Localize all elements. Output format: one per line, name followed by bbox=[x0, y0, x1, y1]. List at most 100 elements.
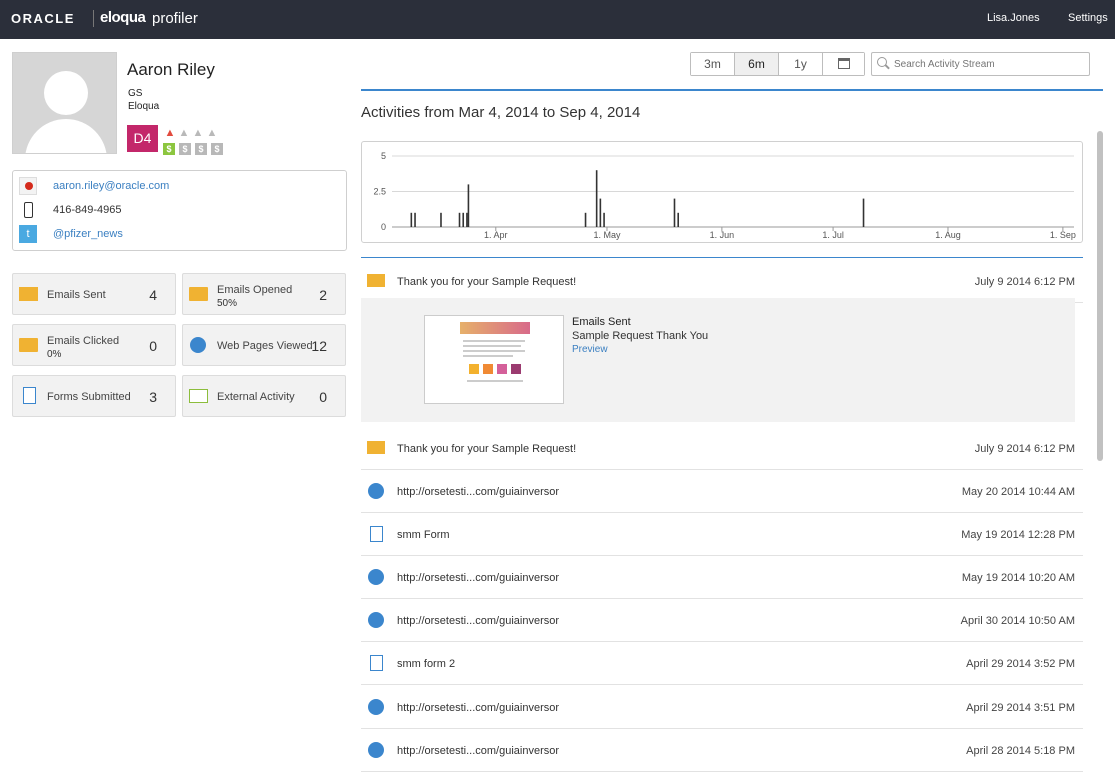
activity-row[interactable]: http://orsetesti...com/guiainversor Apri… bbox=[361, 599, 1083, 642]
email-thumbnail[interactable] bbox=[424, 315, 564, 404]
dollar-icon: $ bbox=[195, 143, 207, 155]
phone-number: 416-849-4965 bbox=[53, 204, 122, 216]
chart-y-tick-label: 2.5 bbox=[373, 187, 386, 197]
calendar-button[interactable] bbox=[823, 53, 864, 75]
phone-icon bbox=[19, 201, 37, 219]
eloqua-logo: eloqua bbox=[100, 9, 146, 26]
contact-title: GS bbox=[128, 88, 143, 99]
stat-label: Forms Submitted bbox=[47, 391, 131, 403]
chart-y-tick-label: 0 bbox=[381, 222, 386, 232]
activity-date: May 20 2014 10:44 AM bbox=[961, 486, 1075, 498]
activity-chart-svg: 5 2.5 0 1. Apr 1. May 1. Jun 1. Jul 1. Aug 1. Se… bbox=[373, 151, 1076, 240]
chart-bar bbox=[467, 184, 470, 227]
stat-value: 2 bbox=[319, 287, 327, 303]
activity-date: April 29 2014 3:51 PM bbox=[966, 702, 1075, 714]
form-icon bbox=[23, 387, 36, 404]
activity-row[interactable]: smm form 2 April 29 2014 3:52 PM bbox=[361, 642, 1083, 685]
preview-link[interactable]: Preview bbox=[572, 344, 608, 355]
thumb-line bbox=[463, 340, 525, 342]
twitter-icon: t bbox=[19, 225, 37, 243]
thumb-line bbox=[463, 350, 525, 352]
globe-icon bbox=[368, 483, 384, 499]
detail-title: Emails Sent bbox=[572, 316, 631, 328]
activity-row[interactable]: smm Form May 19 2014 12:28 PM bbox=[361, 513, 1083, 556]
activity-date: July 9 2014 6:12 PM bbox=[974, 443, 1075, 455]
activity-text: smm Form bbox=[397, 529, 450, 541]
contact-name: Aaron Riley bbox=[127, 60, 215, 79]
stat-web-pages-viewed[interactable]: Web Pages Viewed 12 bbox=[182, 324, 346, 366]
stat-emails-sent[interactable]: Emails Sent 4 bbox=[12, 273, 176, 315]
calendar-icon bbox=[837, 58, 850, 69]
chart-y-tick-label: 5 bbox=[381, 151, 386, 161]
search-icon bbox=[877, 57, 887, 67]
tab-3m[interactable]: 3m bbox=[691, 53, 735, 75]
activity-row[interactable]: http://orsetesti...com/guiainversor May … bbox=[361, 470, 1083, 513]
stat-label: Emails Clicked bbox=[47, 335, 120, 347]
activity-date: May 19 2014 12:28 PM bbox=[961, 529, 1075, 541]
envelope-icon bbox=[19, 287, 38, 301]
chart-bar bbox=[595, 170, 598, 227]
email-icon bbox=[19, 177, 37, 195]
stat-emails-opened[interactable]: Emails Opened 50% 2 bbox=[182, 273, 346, 315]
activity-date: July 9 2014 6:12 PM bbox=[974, 276, 1075, 288]
twitter-link[interactable]: @pfizer_news bbox=[53, 228, 123, 240]
activity-row[interactable]: Thank you for your Sample Request! July … bbox=[361, 427, 1083, 470]
stat-sub: 0% bbox=[47, 349, 62, 360]
activity-text: Thank you for your Sample Request! bbox=[397, 443, 577, 455]
scrollbar-thumb[interactable] bbox=[1097, 131, 1103, 461]
globe-icon bbox=[368, 569, 384, 585]
envelope-open-icon bbox=[189, 287, 208, 301]
chart-bar bbox=[599, 198, 602, 227]
chart-x-tick-label: 1. Sep bbox=[1050, 230, 1076, 240]
activity-date: May 19 2014 10:20 AM bbox=[961, 572, 1075, 584]
chart-x-tick-label: 1. Jun bbox=[710, 230, 735, 240]
header-divider bbox=[361, 89, 1103, 91]
app-title: profiler bbox=[152, 10, 198, 27]
flame-icon: ▲ bbox=[192, 127, 204, 139]
chart-x-tick-label: 1. May bbox=[593, 230, 621, 240]
contact-card: aaron.riley@oracle.com 416-849-4965 t @p… bbox=[12, 170, 347, 251]
flame-icon: ▲ bbox=[178, 127, 190, 139]
chart-bar bbox=[677, 212, 680, 227]
user-menu[interactable]: Lisa.Jones bbox=[987, 12, 1040, 24]
thumb-swatch bbox=[469, 364, 479, 374]
search-input[interactable] bbox=[871, 52, 1090, 76]
oracle-logo: ORACLE bbox=[11, 11, 75, 26]
stat-sub: 50% bbox=[217, 298, 238, 309]
thumb-line bbox=[467, 380, 523, 382]
activity-text: http://orsetesti...com/guiainversor bbox=[397, 572, 560, 584]
activity-text: http://orsetesti...com/guiainversor bbox=[397, 702, 560, 714]
stat-forms-submitted[interactable]: Forms Submitted 3 bbox=[12, 375, 176, 417]
chart-bar bbox=[458, 212, 461, 227]
stat-label: Emails Opened bbox=[217, 284, 293, 296]
lead-score-badge: D4 bbox=[127, 125, 158, 152]
avatar-body bbox=[25, 119, 107, 153]
chart-x-tick-label: 1. Aug bbox=[935, 230, 961, 240]
globe-icon bbox=[368, 699, 384, 715]
envelope-icon bbox=[367, 274, 385, 287]
stat-value: 0 bbox=[149, 338, 157, 354]
stat-value: 4 bbox=[149, 287, 157, 303]
form-icon bbox=[370, 526, 383, 542]
activity-row[interactable]: http://orsetesti...com/guiainversor Apri… bbox=[361, 729, 1083, 772]
settings-link[interactable]: Settings bbox=[1068, 12, 1108, 24]
stat-external-activity[interactable]: External Activity 0 bbox=[182, 375, 346, 417]
chart-bar bbox=[440, 212, 442, 227]
stat-emails-clicked[interactable]: Emails Clicked 0% 0 bbox=[12, 324, 176, 366]
chart-bar bbox=[466, 212, 468, 227]
chart-bar bbox=[603, 212, 605, 227]
time-range-tabs: 3m 6m 1y bbox=[690, 52, 865, 76]
tab-6m[interactable]: 6m bbox=[735, 53, 779, 75]
activity-row[interactable]: http://orsetesti...com/guiainversor May … bbox=[361, 556, 1083, 599]
activity-row[interactable]: http://orsetesti...com/guiainversor Apri… bbox=[361, 686, 1083, 729]
tab-1y[interactable]: 1y bbox=[779, 53, 823, 75]
form-icon bbox=[370, 655, 383, 671]
activity-row[interactable]: Thank you for your Sample Request! July … bbox=[361, 260, 1083, 303]
envelope-icon bbox=[367, 441, 385, 454]
globe-icon bbox=[190, 337, 206, 353]
email-link[interactable]: aaron.riley@oracle.com bbox=[53, 180, 169, 192]
chart-bar bbox=[410, 212, 413, 227]
chart-x-tick-label: 1. Jul bbox=[822, 230, 844, 240]
envelope-click-icon bbox=[19, 338, 38, 352]
activity-date: April 28 2014 5:18 PM bbox=[966, 745, 1075, 757]
